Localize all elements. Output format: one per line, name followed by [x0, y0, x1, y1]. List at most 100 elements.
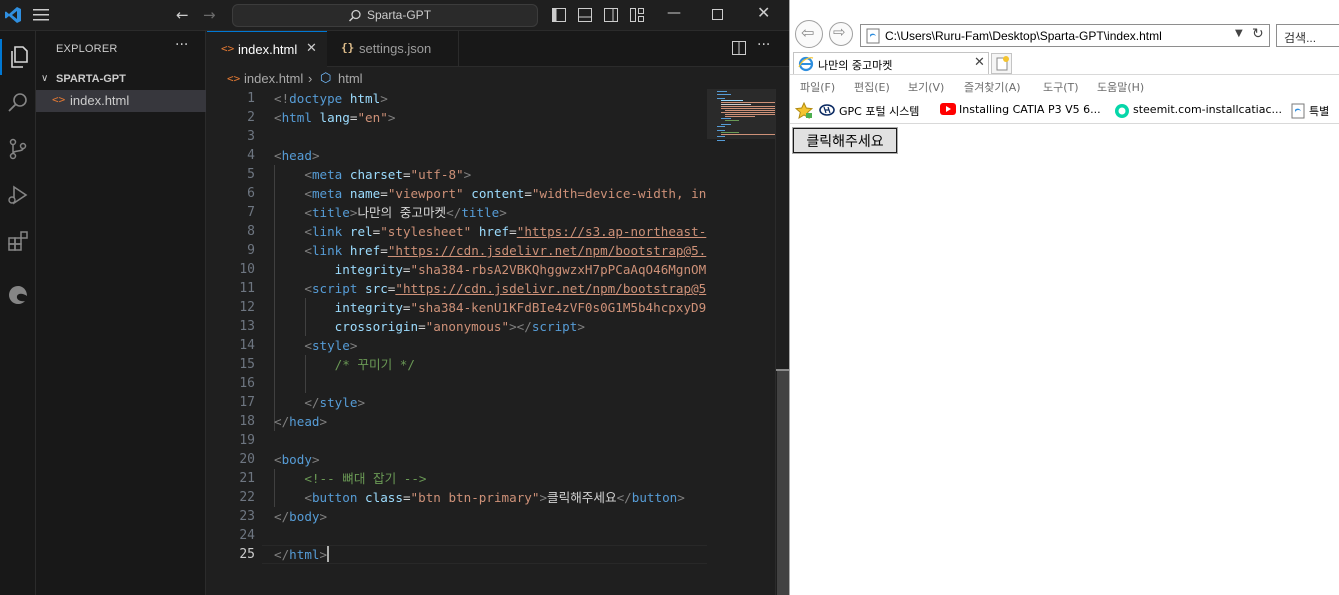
menu-help[interactable]: 도움말(H) — [1097, 79, 1144, 95]
chevron-down-icon: ∨ — [41, 73, 49, 84]
hamburger-menu-icon[interactable] — [33, 9, 49, 21]
new-tab-button[interactable] — [991, 53, 1012, 74]
favorites-star-icon[interactable] — [795, 102, 813, 119]
back-arrow-icon[interactable]: ← — [176, 6, 189, 24]
tab-settings-json[interactable]: {} settings.json — [327, 31, 459, 67]
close-tab-icon[interactable]: ✕ — [306, 41, 317, 56]
line-number: 11 — [239, 281, 255, 296]
toggle-secondary-sidebar-icon[interactable] — [604, 8, 618, 22]
source-control-icon[interactable] — [0, 131, 36, 167]
command-center[interactable]: Sparta-GPT — [232, 4, 538, 27]
code-line-7: <title>나만의 중고마켓</title> — [304, 205, 507, 220]
address-url: C:\Users\Ruru-Fam\Desktop\Sparta-GPT\ind… — [885, 29, 1162, 43]
back-arrow-icon: ⇦ — [801, 23, 815, 42]
code-line-13: crossorigin="anonymous"></script> — [334, 319, 585, 334]
line-number: 5 — [247, 167, 255, 182]
close-tab-icon[interactable]: ✕ — [974, 55, 985, 70]
ie-back-button[interactable]: ⇦ — [795, 20, 823, 48]
breadcrumb-separator-icon: › — [308, 71, 313, 86]
explorer-sidebar: EXPLORER ··· ∨ SPARTA-GPT <> index.html — [36, 31, 206, 595]
refresh-icon[interactable]: ↻ — [1252, 26, 1264, 42]
favorite-label: Installing CATIA P3 V5 6... — [959, 103, 1101, 116]
extensions-icon[interactable] — [0, 223, 36, 259]
customize-layout-icon[interactable] — [630, 8, 644, 22]
line-number: 3 — [247, 129, 255, 144]
line-number: 19 — [239, 433, 255, 448]
code-line-23: </body> — [274, 509, 328, 524]
file-index-html[interactable]: <> index.html — [36, 90, 206, 112]
split-editor-icon[interactable] — [732, 41, 746, 59]
line-number: 15 — [239, 357, 255, 372]
explorer-icon[interactable] — [0, 39, 36, 75]
tab-index-html[interactable]: <> index.html ✕ — [207, 31, 327, 67]
search-view-icon[interactable] — [0, 85, 36, 121]
code-editor[interactable]: 1 2 3 4 5 6 7 8 9 10 11 12 13 14 15 16 17 18 19 20 21 22 23 24 2… — [207, 89, 707, 595]
address-bar[interactable]: C:\Users\Ruru-Fam\Desktop\Sparta-GPT\ind… — [860, 24, 1270, 47]
json-file-icon: {} — [341, 41, 355, 54]
run-debug-icon[interactable] — [0, 177, 36, 213]
code-line-10: integrity="sha384-rbsA2VBKQhggwzxH7pPCaA… — [334, 262, 707, 277]
youtube-icon — [940, 103, 956, 115]
favorite-gpc[interactable]: GPC 포털 시스템 — [819, 102, 939, 120]
ie-forward-button[interactable]: ⇨ — [829, 22, 853, 46]
breadcrumb-file[interactable]: index.html — [244, 71, 303, 86]
minimap[interactable] — [707, 89, 775, 595]
more-actions-icon[interactable]: ··· — [757, 37, 770, 53]
code-line-17: </style> — [304, 395, 366, 410]
page-icon — [1291, 103, 1305, 119]
line-number: 17 — [239, 395, 255, 410]
search-placeholder: 검색... — [1284, 31, 1317, 45]
menu-edit[interactable]: 편집(E) — [854, 79, 890, 95]
line-number: 12 — [239, 300, 255, 315]
menu-file[interactable]: 파일(F) — [800, 79, 835, 95]
menu-tools[interactable]: 도구(T) — [1043, 79, 1079, 95]
html-file-icon: <> — [221, 42, 235, 55]
page-icon — [866, 28, 880, 44]
line-number: 2 — [247, 110, 255, 125]
text-caret — [327, 546, 330, 562]
tab-label: index.html — [238, 42, 298, 57]
internet-explorer-window: ⇦ ⇨ C:\Users\Ruru-Fam\Desktop\Sparta-GPT… — [789, 0, 1339, 595]
toggle-sidebar-icon[interactable] — [552, 8, 566, 22]
breadcrumb-node[interactable]: html — [338, 71, 363, 86]
line-number: 14 — [239, 338, 255, 353]
favorite-steemit[interactable]: steemit.com-installcatiac... — [1114, 102, 1282, 120]
toggle-panel-icon[interactable] — [578, 8, 592, 22]
title-bar: ← → Sparta-GPT — ✕ — [0, 0, 789, 31]
menu-favorites[interactable]: 즐겨찾기(A) — [964, 79, 1021, 95]
code-line-8: <link rel="stylesheet" href="https://s3.… — [304, 224, 707, 239]
menu-view[interactable]: 보기(V) — [908, 79, 944, 95]
more-actions-icon[interactable]: ··· — [175, 37, 188, 53]
html-file-icon: <> — [227, 72, 241, 85]
line-number: 22 — [239, 490, 255, 505]
code-line-14: <style> — [304, 338, 358, 353]
favorite-label: steemit.com-installcatiac... — [1133, 103, 1282, 116]
favorite-special[interactable]: 특별 — [1290, 102, 1339, 120]
forward-arrow-icon[interactable]: → — [203, 6, 216, 24]
close-window-icon[interactable]: ✕ — [757, 3, 770, 22]
search-icon — [348, 9, 361, 22]
line-number: 10 — [239, 262, 255, 277]
address-dropdown-icon[interactable]: ▼ — [1235, 28, 1243, 39]
scrollbar-thumb[interactable] — [777, 371, 789, 595]
search-box[interactable]: 검색... — [1276, 24, 1339, 47]
code-line-20: <body> — [274, 452, 320, 467]
edge-devtools-icon[interactable] — [0, 277, 36, 313]
maximize-icon[interactable] — [712, 9, 723, 20]
code-line-1: <!doctype html> — [274, 91, 388, 106]
click-me-button[interactable]: 클릭해주세요 — [792, 127, 898, 154]
folder-name: SPARTA-GPT — [56, 73, 126, 85]
vscode-logo-icon — [5, 7, 21, 23]
line-number: 21 — [239, 471, 255, 486]
favorite-catia[interactable]: Installing CATIA P3 V5 6... — [940, 102, 1112, 120]
ie-menu-bar: 파일(F) 편집(E) 보기(V) 즐겨찾기(A) 도구(T) 도움말(H) — [790, 74, 1339, 96]
code-line-12: integrity="sha384-kenU1KFdBIe4zVF0s0G1M5… — [334, 300, 707, 315]
line-number: 8 — [247, 224, 255, 239]
editor-scrollbar[interactable] — [775, 89, 790, 595]
code-line-25: </html> — [274, 546, 330, 562]
vscode-window: ← → Sparta-GPT — ✕ EXPLORER ··· ∨ SPARTA… — [0, 0, 790, 595]
forward-arrow-icon: ⇨ — [833, 23, 846, 41]
ie-tab-active[interactable]: 나만의 중고마켓 ✕ — [793, 52, 989, 74]
minimize-icon[interactable]: — — [667, 5, 681, 21]
folder-sparta-gpt[interactable]: ∨ SPARTA-GPT — [36, 70, 206, 90]
